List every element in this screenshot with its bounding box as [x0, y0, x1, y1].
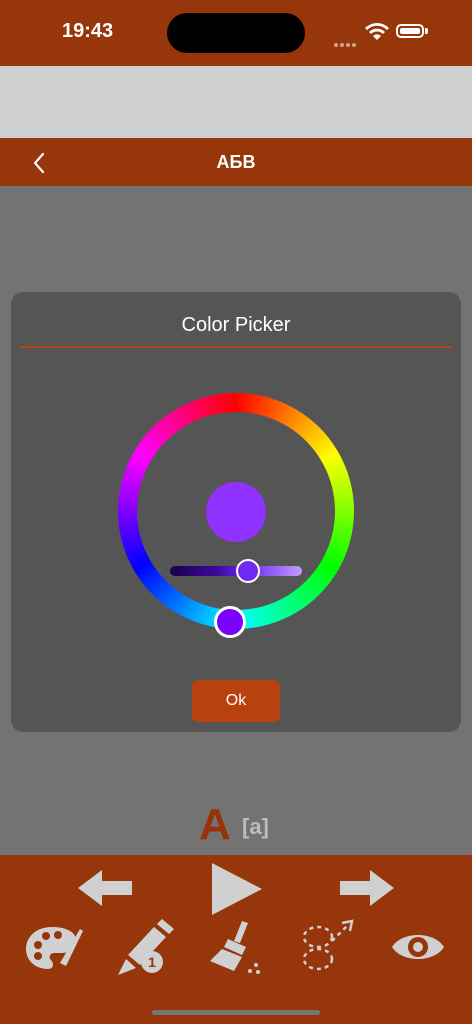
eye-icon[interactable] [390, 927, 446, 967]
ok-button[interactable]: Ok [192, 680, 280, 722]
lasso-move-icon[interactable] [298, 919, 358, 977]
palette-icon[interactable] [24, 923, 84, 973]
brightness-slider-knob[interactable] [236, 559, 260, 583]
dynamic-island [167, 13, 305, 53]
home-indicator [152, 1010, 320, 1015]
status-bar: 19:43 [0, 0, 472, 66]
page-title: АБВ [216, 152, 256, 172]
battery-cap [425, 28, 428, 34]
banner-area [0, 66, 472, 138]
bottom-toolbar: 1 [0, 855, 472, 1024]
dialog-divider [20, 346, 452, 348]
nav-bar: АБВ [0, 138, 472, 186]
color-preview-swatch [206, 482, 266, 542]
color-picker-dialog: Color Picker Ok [11, 292, 461, 732]
dialog-title: Color Picker [181, 314, 291, 336]
hue-wheel-knob[interactable] [214, 606, 246, 638]
arrow-left-icon[interactable] [76, 868, 134, 908]
battery-icon [396, 24, 424, 38]
svg-text:1: 1 [148, 954, 156, 970]
status-time: 19:43 [62, 20, 114, 42]
letter-transcription: [a] [242, 814, 269, 839]
play-icon[interactable] [208, 861, 264, 917]
letter-glyph: A [199, 800, 231, 849]
arrow-right-icon[interactable] [338, 868, 396, 908]
pencil-number-icon[interactable]: 1 [114, 919, 176, 977]
signal-icon [334, 34, 358, 52]
broom-icon[interactable] [208, 919, 266, 977]
wifi-icon [365, 23, 389, 40]
